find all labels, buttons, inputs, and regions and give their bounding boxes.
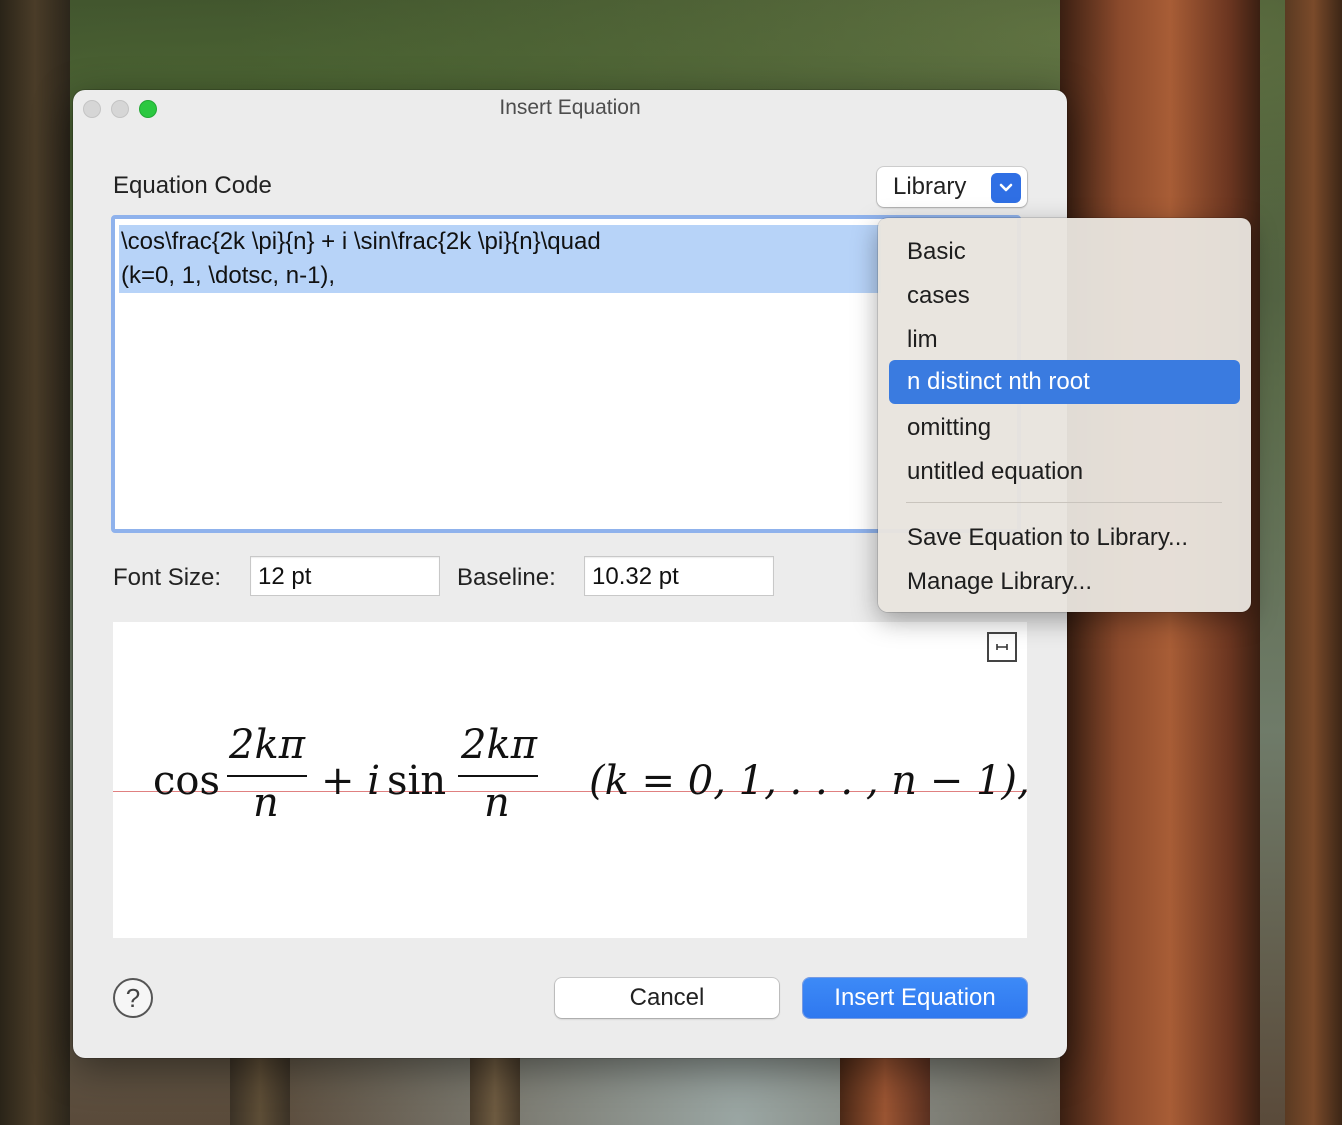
insert-equation-button[interactable]: Insert Equation: [803, 978, 1027, 1018]
help-button[interactable]: ?: [113, 978, 153, 1018]
math-denominator-1: n: [253, 780, 279, 826]
menu-item-untitled-equation[interactable]: untitled equation: [889, 450, 1240, 494]
menu-item-basic[interactable]: Basic: [889, 230, 1240, 274]
tree-trunk: [0, 0, 70, 1125]
library-button-label: Library: [893, 173, 967, 200]
math-tail: (k = 0, 1, . . . , n − 1),: [589, 758, 1030, 804]
fraction-bar: [227, 775, 307, 777]
resize-icon: [996, 644, 1008, 650]
menu-item-save-equation[interactable]: Save Equation to Library...: [889, 516, 1240, 560]
menu-item-lim[interactable]: lim: [889, 318, 1240, 362]
fit-to-view-button[interactable]: [987, 632, 1017, 662]
library-dropdown-button[interactable]: Library: [877, 167, 1027, 207]
math-cos: cos: [153, 758, 221, 804]
chevron-down-icon: [991, 173, 1021, 203]
equation-code-text: \cos\frac{2k \pi}{n} + i \sin\frac{2k \p…: [119, 225, 881, 293]
equation-code-label: Equation Code: [113, 172, 272, 199]
math-plus-i: + i: [321, 758, 381, 804]
code-line: \cos\frac{2k \pi}{n} + i \sin\frac{2k \p…: [119, 225, 881, 259]
font-size-label: Font Size:: [113, 564, 222, 591]
tree-trunk: [230, 1050, 290, 1125]
tree-trunk: [470, 1050, 520, 1125]
code-line: (k=0, 1, \dotsc, n-1),: [119, 259, 881, 293]
fraction-bar: [458, 775, 538, 777]
font-size-field[interactable]: 12 pt: [250, 556, 440, 596]
window-title: Insert Equation: [499, 96, 641, 119]
math-numerator-2: 2kπ: [461, 722, 537, 768]
cancel-button[interactable]: Cancel: [555, 978, 779, 1018]
tree-trunk: [1285, 0, 1342, 1125]
menu-separator: [906, 502, 1222, 503]
math-numerator-1: 2kπ: [229, 722, 305, 768]
math-sin: sin: [387, 758, 447, 804]
baseline-field[interactable]: 10.32 pt: [584, 556, 774, 596]
library-menu: Basic cases lim n distinct nth root omit…: [878, 218, 1251, 612]
menu-item-omitting[interactable]: omitting: [889, 406, 1240, 450]
math-denominator-2: n: [484, 780, 510, 826]
equation-preview: cos 2kπ n + i sin 2kπ n (k = 0, 1, . . .…: [113, 622, 1030, 938]
menu-item-cases[interactable]: cases: [889, 274, 1240, 318]
menu-item-manage-library[interactable]: Manage Library...: [889, 560, 1240, 604]
baseline-label: Baseline:: [457, 564, 556, 591]
menu-item-n-distinct-nth-root[interactable]: n distinct nth root: [889, 360, 1240, 404]
